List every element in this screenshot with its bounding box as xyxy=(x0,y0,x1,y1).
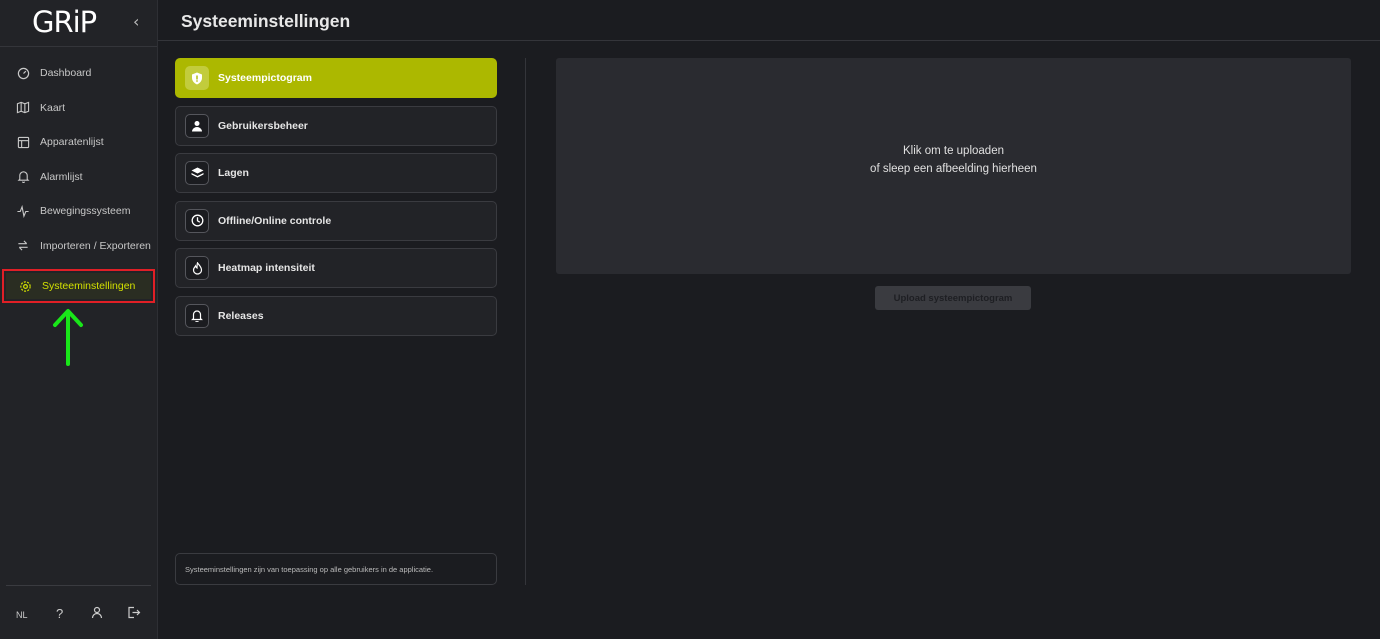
user-icon[interactable] xyxy=(91,606,103,624)
sidebar-item-importeren-exporteren[interactable]: Importeren / Exporteren xyxy=(0,229,157,264)
logo: GRiP xyxy=(32,5,97,39)
arrows-swap-icon xyxy=(16,239,30,253)
settings-menu: Systeempictogram Gebruikersbeheer Lagen … xyxy=(175,58,497,343)
settings-item-label: Systeempictogram xyxy=(218,72,312,84)
vertical-divider xyxy=(525,58,526,585)
layers-icon xyxy=(185,161,209,185)
map-icon xyxy=(16,101,30,115)
arrow-up-annotation-icon xyxy=(53,309,83,366)
sidebar-item-bewegingssysteem[interactable]: Bewegingssysteem xyxy=(0,194,157,229)
logo-row: GRiP ‹ xyxy=(0,0,157,47)
bell-icon xyxy=(16,170,30,184)
sidebar-item-label: Importeren / Exporteren xyxy=(40,239,151,252)
settings-item-label: Releases xyxy=(218,309,264,322)
table-icon xyxy=(16,135,30,149)
gear-icon xyxy=(18,279,32,293)
sidebar-item-label: Alarmlijst xyxy=(40,170,83,183)
upload-button[interactable]: Upload systeempictogram xyxy=(875,286,1031,310)
settings-item-gebruikersbeheer[interactable]: Gebruikersbeheer xyxy=(175,105,497,146)
shield-icon xyxy=(185,66,209,90)
page-title: Systeeminstellingen xyxy=(181,11,351,31)
bell-icon xyxy=(185,303,209,328)
flame-icon xyxy=(185,256,209,280)
chevron-left-icon[interactable]: ‹ xyxy=(133,12,139,31)
sidebar-item-apparatenlijst[interactable]: Apparatenlijst xyxy=(0,125,157,160)
sidebar-item-alarmlijst[interactable]: Alarmlijst xyxy=(0,160,157,195)
settings-item-lagen[interactable]: Lagen xyxy=(175,153,497,193)
activity-icon xyxy=(16,204,30,218)
settings-item-label: Offline/Online controle xyxy=(218,214,332,227)
sidebar-item-dashboard[interactable]: Dashboard xyxy=(0,56,157,91)
sidebar-item-label: Bewegingssysteem xyxy=(40,205,131,218)
settings-item-offline-online[interactable]: Offline/Online controle xyxy=(175,200,497,241)
sidebar-item-systeeminstellingen[interactable]: Systeeminstellingen xyxy=(2,269,155,303)
sidebar-item-label: Systeeminstellingen xyxy=(42,280,136,292)
settings-item-label: Heatmap intensiteit xyxy=(218,262,315,274)
sidebar-footer: NL ? xyxy=(0,585,157,639)
logout-icon[interactable] xyxy=(127,606,141,624)
sidebar-item-active-bg: Systeeminstellingen xyxy=(6,273,151,299)
sidebar-item-label: Dashboard xyxy=(40,67,92,80)
settings-item-label: Gebruikersbeheer xyxy=(218,119,308,132)
settings-item-heatmap[interactable]: Heatmap intensiteit xyxy=(175,248,497,288)
settings-item-systeempictogram[interactable]: Systeempictogram xyxy=(175,58,497,98)
sidebar: GRiP ‹ Dashboard Kaart Apparatenlijst Al… xyxy=(0,0,158,639)
gauge-icon xyxy=(16,66,30,80)
settings-item-releases[interactable]: Releases xyxy=(175,295,497,336)
user-icon xyxy=(185,113,209,138)
page-header: Systeeminstellingen xyxy=(158,0,1380,41)
sidebar-item-kaart[interactable]: Kaart xyxy=(0,91,157,126)
language-switch[interactable]: NL xyxy=(16,610,28,620)
upload-instruction-line1: Klik om te uploaden xyxy=(902,145,1004,157)
settings-item-label: Lagen xyxy=(218,167,249,179)
upload-dropzone[interactable]: Klik om te uploaden of sleep een afbeeld… xyxy=(556,58,1351,274)
divider xyxy=(6,585,151,586)
help-button[interactable]: ? xyxy=(56,606,63,621)
upload-instruction-line2: of sleep een afbeelding hierheen xyxy=(870,163,1037,175)
settings-footer-note: Systeeminstellingen zijn van toepassing … xyxy=(175,553,497,585)
sidebar-item-label: Apparatenlijst xyxy=(40,136,104,149)
sidebar-item-label: Kaart xyxy=(40,101,66,114)
clock-icon xyxy=(185,208,209,233)
sidebar-nav: Dashboard Kaart Apparatenlijst Alarmlijs… xyxy=(0,56,157,303)
